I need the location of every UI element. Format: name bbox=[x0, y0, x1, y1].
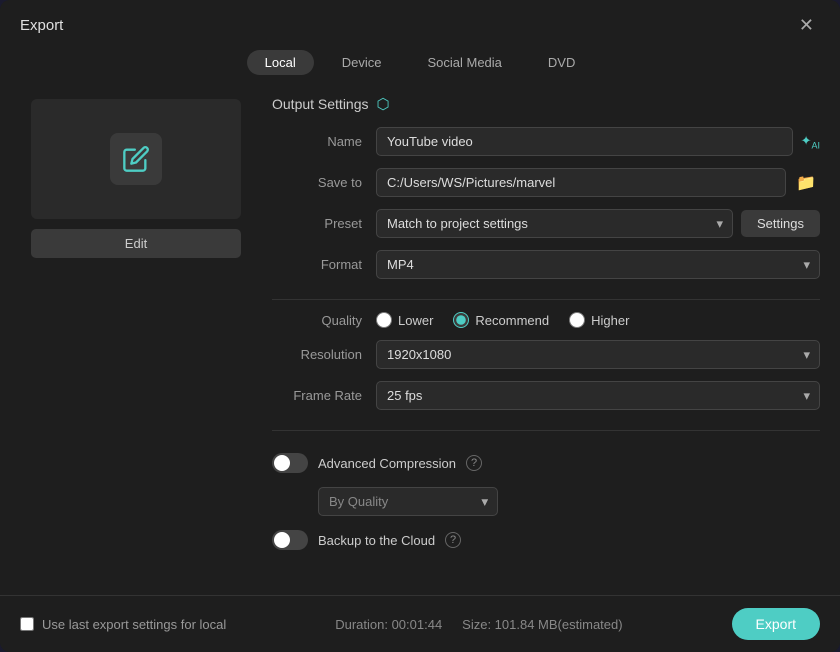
frame-rate-select-wrap: 25 fps bbox=[376, 381, 820, 410]
last-export-checkbox[interactable] bbox=[20, 617, 34, 631]
modal-title: Export bbox=[20, 17, 63, 34]
edit-button[interactable]: Edit bbox=[31, 229, 241, 258]
format-row: Format MP4 bbox=[272, 250, 820, 279]
name-input[interactable] bbox=[376, 127, 793, 156]
name-input-group: ✦AI bbox=[376, 127, 820, 156]
save-to-row: Save to 📁 bbox=[272, 168, 820, 197]
preset-label: Preset bbox=[272, 216, 362, 231]
quality-recommend-label[interactable]: Recommend bbox=[453, 312, 549, 328]
settings-info-icon: ⬡ bbox=[377, 95, 390, 113]
advanced-compression-help-icon[interactable]: ? bbox=[466, 455, 482, 471]
save-to-input-group: 📁 bbox=[376, 168, 820, 197]
preset-select[interactable]: Match to project settings bbox=[376, 209, 733, 238]
resolution-row: Resolution 1920x1080 bbox=[272, 340, 820, 369]
left-panel: Edit bbox=[16, 89, 256, 595]
right-panel: Output Settings ⬡ Name ✦AI Save to 📁 bbox=[272, 89, 824, 595]
tab-local[interactable]: Local bbox=[247, 50, 314, 75]
save-to-label: Save to bbox=[272, 175, 362, 190]
quality-recommend-radio[interactable] bbox=[453, 312, 469, 328]
quality-higher-label[interactable]: Higher bbox=[569, 312, 629, 328]
preset-row: Preset Match to project settings Setting… bbox=[272, 209, 820, 238]
last-export-text: Use last export settings for local bbox=[42, 617, 226, 632]
quality-higher-text: Higher bbox=[591, 313, 629, 328]
last-export-checkbox-label[interactable]: Use last export settings for local bbox=[20, 617, 226, 632]
resolution-select-wrap: 1920x1080 bbox=[376, 340, 820, 369]
divider-2 bbox=[272, 430, 820, 431]
quality-lower-text: Lower bbox=[398, 313, 433, 328]
footer-info: Duration: 00:01:44 Size: 101.84 MB(estim… bbox=[335, 617, 622, 632]
settings-button[interactable]: Settings bbox=[741, 210, 820, 237]
toggle-thumb-cloud bbox=[274, 532, 290, 548]
resolution-label: Resolution bbox=[272, 347, 362, 362]
advanced-compression-toggle[interactable] bbox=[272, 453, 308, 473]
edit-icon-wrap bbox=[110, 133, 162, 185]
ai-icon[interactable]: ✦AI bbox=[801, 133, 820, 151]
tab-device[interactable]: Device bbox=[324, 50, 400, 75]
export-modal: Export ✕ Local Device Social Media DVD E… bbox=[0, 0, 840, 652]
quality-recommend-text: Recommend bbox=[475, 313, 549, 328]
format-select-wrap: MP4 bbox=[376, 250, 820, 279]
path-input[interactable] bbox=[376, 168, 786, 197]
backup-cloud-help-icon[interactable]: ? bbox=[445, 532, 461, 548]
advanced-compression-label: Advanced Compression bbox=[318, 456, 456, 471]
toggle-thumb-compression bbox=[274, 455, 290, 471]
size-label: Size: 101.84 MB(estimated) bbox=[462, 617, 622, 632]
backup-cloud-label: Backup to the Cloud bbox=[318, 533, 435, 548]
duration-label: Duration: 00:01:44 bbox=[335, 617, 442, 632]
compression-quality-select[interactable]: By Quality bbox=[318, 487, 498, 516]
output-settings-label: Output Settings bbox=[272, 96, 369, 112]
tab-dvd[interactable]: DVD bbox=[530, 50, 593, 75]
divider-1 bbox=[272, 299, 820, 300]
export-button[interactable]: Export bbox=[732, 608, 820, 640]
backup-cloud-toggle[interactable] bbox=[272, 530, 308, 550]
quality-lower-radio[interactable] bbox=[376, 312, 392, 328]
frame-rate-row: Frame Rate 25 fps bbox=[272, 381, 820, 410]
content-area: Edit Output Settings ⬡ Name ✦AI Save to bbox=[0, 89, 840, 595]
quality-options: Lower Recommend Higher bbox=[376, 312, 820, 328]
close-button[interactable]: ✕ bbox=[793, 14, 820, 36]
pencil-icon bbox=[122, 145, 150, 173]
advanced-compression-row: Advanced Compression ? bbox=[272, 443, 820, 483]
preset-select-wrap: Match to project settings bbox=[376, 209, 733, 238]
quality-higher-radio[interactable] bbox=[569, 312, 585, 328]
format-label: Format bbox=[272, 257, 362, 272]
tab-bar: Local Device Social Media DVD bbox=[0, 46, 840, 89]
name-label: Name bbox=[272, 134, 362, 149]
backup-cloud-row: Backup to the Cloud ? bbox=[272, 520, 820, 560]
quality-lower-label[interactable]: Lower bbox=[376, 312, 433, 328]
section-header: Output Settings ⬡ bbox=[272, 95, 820, 113]
compression-quality-wrap: By Quality ▾ bbox=[318, 487, 820, 516]
quality-row: Quality Lower Recommend Higher bbox=[272, 312, 820, 328]
title-bar: Export ✕ bbox=[0, 0, 840, 46]
preview-box bbox=[31, 99, 241, 219]
tab-social-media[interactable]: Social Media bbox=[409, 50, 519, 75]
footer: Use last export settings for local Durat… bbox=[0, 595, 840, 652]
preset-input-group: Match to project settings Settings bbox=[376, 209, 820, 238]
frame-rate-label: Frame Rate bbox=[272, 388, 362, 403]
format-select[interactable]: MP4 bbox=[376, 250, 820, 279]
frame-rate-select[interactable]: 25 fps bbox=[376, 381, 820, 410]
name-row: Name ✦AI bbox=[272, 127, 820, 156]
quality-label: Quality bbox=[272, 313, 362, 328]
resolution-select[interactable]: 1920x1080 bbox=[376, 340, 820, 369]
folder-button[interactable]: 📁 bbox=[792, 169, 820, 197]
